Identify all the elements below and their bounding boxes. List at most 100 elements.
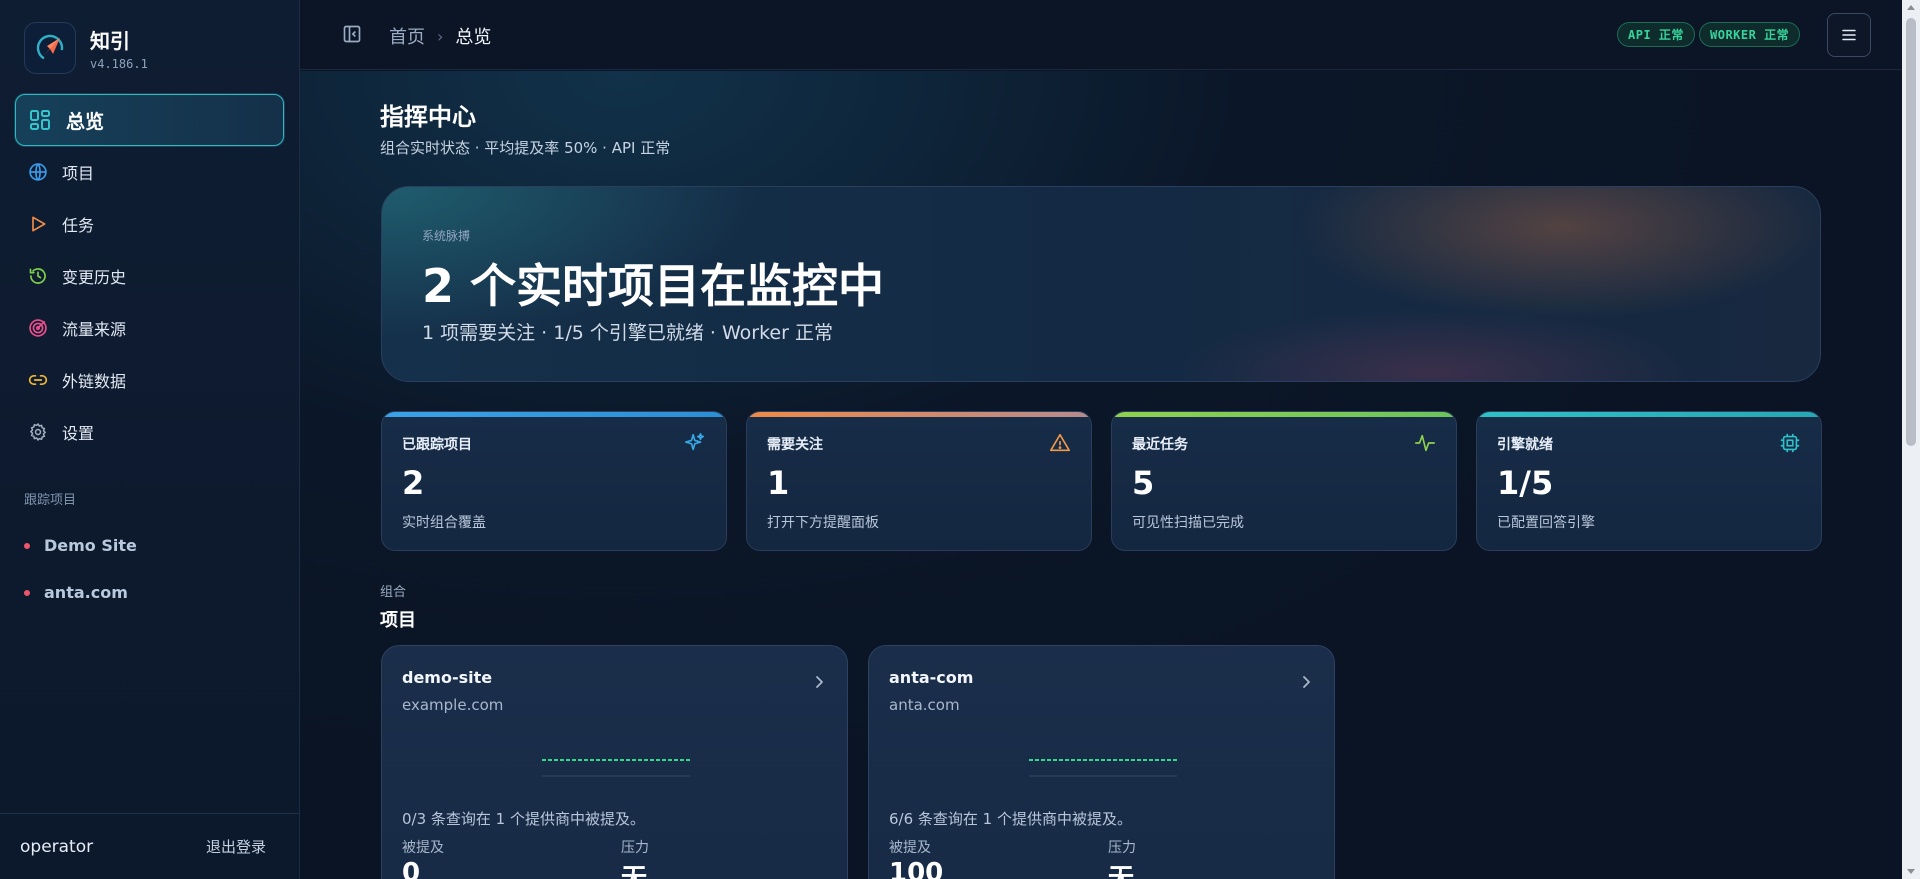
- project-name: demo-site: [402, 668, 493, 687]
- brand: 知引 v4.186.1: [24, 22, 148, 74]
- mention-value: 100: [889, 858, 944, 879]
- scrollbar-thumb[interactable]: [1906, 18, 1916, 446]
- project-card[interactable]: demo-site example.com 0/3 条查询在 1 个提供商中被提…: [381, 645, 848, 879]
- breadcrumb-separator: ›: [437, 26, 444, 46]
- play-icon: [27, 213, 49, 235]
- stat-value: 2: [402, 464, 425, 502]
- pressure-value: 无: [1108, 864, 1135, 879]
- hero-title: 2 个实时项目在监控中: [422, 259, 885, 313]
- scroll-up-arrow-icon[interactable]: [1907, 5, 1915, 10]
- gear-icon: [27, 421, 49, 443]
- stat-label: 已跟踪项目: [402, 437, 472, 453]
- mention-label: 被提及: [402, 840, 444, 856]
- project-summary: 0/3 条查询在 1 个提供商中被提及。: [402, 810, 645, 828]
- stat-description: 打开下方提醒面板: [767, 515, 879, 531]
- current-user: operator: [20, 836, 94, 857]
- menu-button[interactable]: [1827, 13, 1871, 57]
- scroll-down-arrow-icon[interactable]: [1907, 869, 1915, 874]
- sidebar-footer: operator 退出登录: [0, 813, 300, 879]
- sidebar: 知引 v4.186.1 总览 项目 任务 变更历史 流量来源 外链数据 设置 跟…: [0, 0, 300, 879]
- breadcrumb-home[interactable]: 首页: [389, 23, 425, 49]
- sidebar-item-label: 设置: [62, 424, 95, 443]
- tracked-project-label: anta.com: [44, 583, 128, 602]
- topbar: 首页 › 总览 API 正常 WORKER 正常: [300, 0, 1902, 70]
- pressure-value: 无: [621, 864, 648, 879]
- stat-card-tracked: 已跟踪项目 2 实时组合覆盖: [381, 411, 727, 551]
- tracked-project-item[interactable]: Demo Site: [24, 522, 137, 569]
- section-eyebrow: 组合: [380, 585, 407, 600]
- sparkle-icon: [684, 432, 706, 454]
- sidebar-item-projects[interactable]: 项目: [15, 146, 284, 198]
- sidebar-item-label: 任务: [62, 216, 95, 235]
- stat-label: 最近任务: [1132, 437, 1188, 453]
- target-icon: [27, 317, 49, 339]
- logout-button[interactable]: 退出登录: [206, 836, 266, 857]
- stat-description: 可见性扫描已完成: [1132, 515, 1244, 531]
- stat-accent-bar: [1477, 412, 1821, 417]
- sidebar-item-traffic[interactable]: 流量来源: [15, 302, 284, 354]
- stat-card-engines: 引擎就绪 1/5 已配置回答引擎: [1476, 411, 1822, 551]
- brand-version: v4.186.1: [90, 57, 148, 71]
- stat-label: 引擎就绪: [1497, 437, 1553, 453]
- stat-accent-bar: [382, 412, 726, 417]
- hero-subtitle: 1 项需要关注 · 1/5 个引擎已就绪 · Worker 正常: [422, 322, 833, 344]
- page-subtitle: 组合实时状态 · 平均提及率 50% · API 正常: [380, 139, 671, 157]
- chip-icon: [1779, 432, 1801, 454]
- stat-accent-bar: [1112, 412, 1456, 417]
- stat-label: 需要关注: [767, 437, 823, 453]
- hero-panel: 系统脉搏 2 个实时项目在监控中 1 项需要关注 · 1/5 个引擎已就绪 · …: [381, 186, 1821, 382]
- sidebar-item-settings[interactable]: 设置: [15, 406, 284, 458]
- breadcrumb-current: 总览: [455, 27, 492, 48]
- link-icon: [27, 369, 49, 391]
- brand-name: 知引: [90, 29, 130, 53]
- hero-eyebrow: 系统脉搏: [422, 229, 471, 243]
- hamburger-icon: [1842, 29, 1856, 41]
- tracked-project-item[interactable]: anta.com: [24, 569, 137, 616]
- sidebar-item-history[interactable]: 变更历史: [15, 250, 284, 302]
- worker-status-badge: WORKER 正常: [1699, 22, 1801, 47]
- logo: [24, 22, 76, 74]
- sidebar-item-label: 外链数据: [62, 372, 127, 391]
- tracked-projects-label: 跟踪项目: [24, 493, 77, 508]
- sidebar-nav: 总览 项目 任务 变更历史 流量来源 外链数据 设置: [15, 94, 284, 458]
- dashboard-icon: [28, 108, 52, 132]
- stat-description: 已配置回答引擎: [1497, 515, 1595, 531]
- mention-value: 0: [402, 858, 421, 879]
- sidebar-item-label: 总览: [66, 110, 105, 133]
- status-dot: [24, 589, 30, 596]
- sidebar-item-label: 项目: [62, 164, 95, 183]
- api-status-badge: API 正常: [1617, 22, 1695, 47]
- rocket-icon: [36, 34, 64, 62]
- tracked-projects-list: Demo Site anta.com: [24, 522, 137, 616]
- stat-description: 实时组合覆盖: [402, 515, 486, 531]
- project-domain: example.com: [402, 696, 504, 714]
- sparkline: [1029, 759, 1177, 777]
- sidebar-item-backlinks[interactable]: 外链数据: [15, 354, 284, 406]
- stat-card-attention: 需要关注 1 打开下方提醒面板: [746, 411, 1092, 551]
- project-summary: 6/6 条查询在 1 个提供商中被提及。: [889, 810, 1132, 828]
- stat-card-recent-tasks: 最近任务 5 可见性扫描已完成: [1111, 411, 1457, 551]
- stat-value: 5: [1132, 464, 1155, 502]
- breadcrumb: 首页 › 总览: [389, 23, 491, 49]
- warning-icon: [1049, 432, 1071, 454]
- project-card[interactable]: anta-com anta.com 6/6 条查询在 1 个提供商中被提及。 被…: [868, 645, 1335, 879]
- main-content: 指挥中心 组合实时状态 · 平均提及率 50% · API 正常 系统脉搏 2 …: [300, 71, 1902, 879]
- sidebar-toggle-icon[interactable]: [342, 24, 364, 46]
- sidebar-item-tasks[interactable]: 任务: [15, 198, 284, 250]
- tracked-project-label: Demo Site: [44, 536, 137, 555]
- chevron-right-icon: [1300, 674, 1312, 688]
- activity-icon: [1414, 432, 1436, 454]
- page-scrollbar[interactable]: [1902, 0, 1920, 879]
- sidebar-item-overview[interactable]: 总览: [15, 94, 284, 146]
- chevron-right-icon: [813, 674, 825, 688]
- project-domain: anta.com: [889, 696, 960, 714]
- globe-icon: [27, 161, 49, 183]
- page-title: 指挥中心: [380, 103, 476, 131]
- stat-value: 1/5: [1497, 464, 1554, 502]
- section-title: 项目: [380, 610, 416, 631]
- pressure-label: 压力: [621, 840, 649, 856]
- pressure-label: 压力: [1108, 840, 1136, 856]
- stat-value: 1: [767, 464, 790, 502]
- status-dot: [24, 542, 30, 549]
- sidebar-item-label: 变更历史: [62, 268, 127, 287]
